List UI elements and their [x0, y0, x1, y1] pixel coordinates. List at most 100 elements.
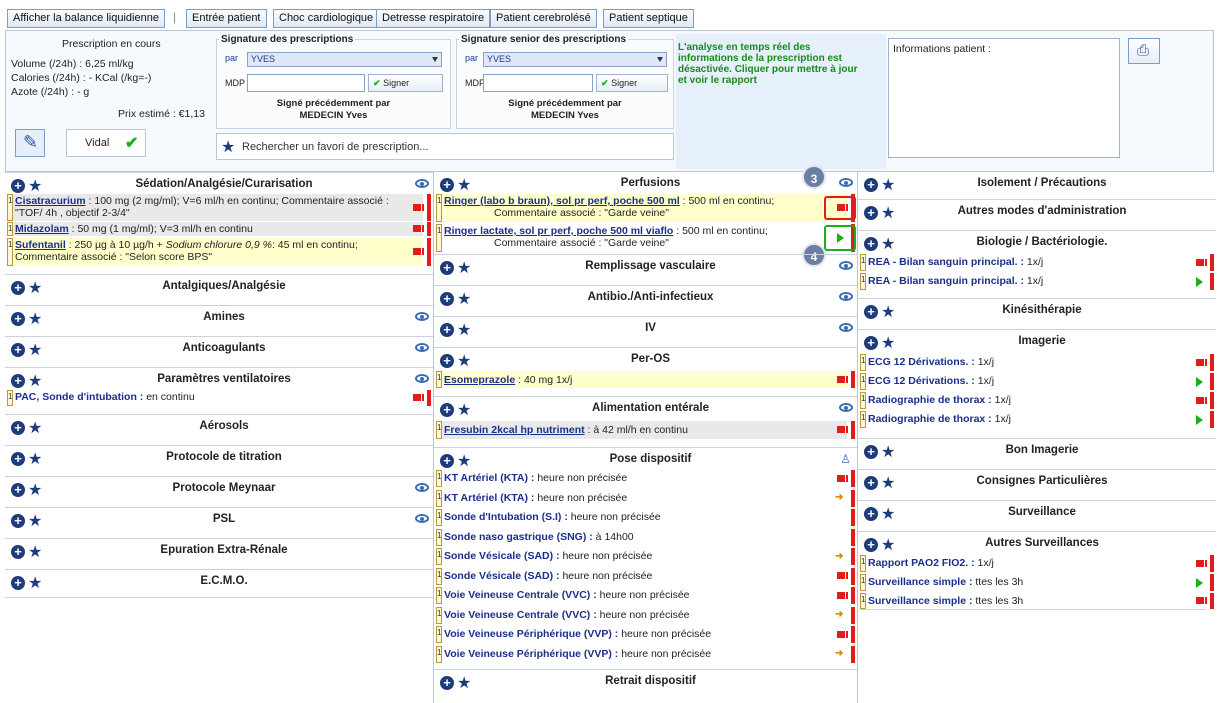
stop-icon[interactable] [1196, 559, 1207, 567]
senior-signer-button[interactable]: ✔ Signer [596, 74, 668, 92]
add-icon[interactable]: + [864, 336, 878, 350]
add-icon[interactable]: + [11, 545, 25, 559]
star-icon[interactable]: ★ [28, 418, 42, 438]
exam-name[interactable]: Rapport PAO2 FIO2. : [868, 557, 975, 569]
nurse-icon[interactable]: ♙ [840, 452, 851, 466]
add-icon[interactable]: + [11, 421, 25, 435]
stop-icon[interactable] [837, 591, 848, 599]
star-icon[interactable]: ★ [457, 400, 471, 420]
patient-cerebrolese-button[interactable]: Patient cerebrolésé [490, 9, 597, 28]
add-icon[interactable]: + [864, 445, 878, 459]
prescription-row[interactable]: 1 ECG 12 Dérivations. : 1x/j [860, 373, 1214, 390]
star-icon[interactable]: ★ [881, 302, 895, 322]
add-icon[interactable]: + [864, 538, 878, 552]
star-icon[interactable]: ★ [881, 333, 895, 353]
med-link[interactable]: Fresubin 2kcal hp nutriment [444, 424, 585, 436]
patient-septique-button[interactable]: Patient septique [603, 9, 694, 28]
prescription-row[interactable]: 1 REA - Bilan sanguin principal. : 1x/j [860, 273, 1214, 290]
play-icon[interactable] [1196, 376, 1203, 387]
favori-search-box[interactable]: ★ Rechercher un favori de prescription..… [216, 133, 674, 160]
dispositif-row[interactable]: 1 Sonde Vésicale (SAD) : heure non précis… [436, 567, 855, 585]
dispositif-row[interactable]: 1 Sonde naso gastrique (SNG) : à 14h00 [436, 528, 855, 546]
add-icon[interactable]: + [440, 178, 454, 192]
star-icon[interactable]: ★ [881, 442, 895, 462]
analysis-panel[interactable]: L'analyse en temps réel des informations… [676, 34, 886, 169]
prescription-row[interactable]: 1 Sufentanil : 250 µg à 10 µg/h + Sodium… [7, 238, 431, 266]
add-icon[interactable]: + [864, 237, 878, 251]
play-icon[interactable] [837, 233, 844, 243]
prescription-row[interactable]: 1 Radiographie de thorax : 1x/j [860, 411, 1214, 428]
vidal-button[interactable]: Vidal ✔ [66, 129, 146, 157]
add-icon[interactable]: + [864, 206, 878, 220]
star-icon[interactable]: ★ [28, 573, 42, 593]
star-icon[interactable]: ★ [28, 340, 42, 360]
arrow-right-icon[interactable]: ➜ [835, 610, 845, 620]
stop-icon[interactable] [413, 203, 424, 211]
prescription-row[interactable]: 1 Ringer (labo b braun), sol pr perf, po… [436, 194, 856, 222]
prescription-row[interactable]: 1 ECG 12 Dérivations. : 1x/j [860, 354, 1214, 371]
add-icon[interactable]: + [864, 305, 878, 319]
exam-name[interactable]: Radiographie de thorax : [868, 394, 992, 406]
star-icon[interactable]: ★ [881, 473, 895, 493]
med-link[interactable]: Esomeprazole [444, 374, 515, 386]
add-icon[interactable]: + [11, 483, 25, 497]
add-icon[interactable]: + [864, 476, 878, 490]
dispositif-name[interactable]: Sonde Vésicale (SAD) : [444, 550, 560, 562]
star-icon[interactable]: ★ [881, 203, 895, 223]
prescription-row[interactable]: 1 Ringer lactate, sol pr perf, poche 500… [436, 224, 856, 252]
eye-icon[interactable] [415, 374, 429, 383]
star-icon[interactable]: ★ [28, 542, 42, 562]
med-link[interactable]: Ringer (labo b braun), sol pr perf, poch… [444, 195, 680, 207]
prescription-row[interactable]: 1 Surveillance simple : ttes les 3h [860, 574, 1214, 591]
med-name[interactable]: PAC, Sonde d'intubation : [15, 391, 143, 403]
detresse-respiratoire-button[interactable]: Detresse respiratoire [376, 9, 491, 28]
signature-password-input[interactable] [247, 74, 365, 92]
arrow-right-icon[interactable]: ➜ [835, 551, 845, 561]
choc-cardiologique-button[interactable]: Choc cardiologique [273, 9, 380, 28]
star-icon[interactable]: ★ [457, 673, 471, 693]
dispositif-name[interactable]: KT Artériel (KTA) : [444, 492, 534, 504]
prescription-row[interactable]: 1 Radiographie de thorax : 1x/j [860, 392, 1214, 409]
signer-button[interactable]: ✔ Signer [368, 74, 443, 92]
stop-icon[interactable] [1196, 396, 1207, 404]
exam-name[interactable]: ECG 12 Dérivations. : [868, 356, 975, 368]
add-icon[interactable]: + [440, 261, 454, 275]
dispositif-row[interactable]: 1 Sonde Vésicale (SAD) : heure non précis… [436, 548, 855, 565]
add-icon[interactable]: + [11, 312, 25, 326]
eye-icon[interactable] [415, 514, 429, 523]
eye-icon[interactable] [415, 483, 429, 492]
add-icon[interactable]: + [440, 454, 454, 468]
stop-icon[interactable] [413, 394, 424, 401]
star-icon[interactable]: ★ [28, 449, 42, 469]
dispositif-name[interactable]: Sonde naso gastrique (SNG) : [444, 531, 593, 543]
dispositif-name[interactable]: Voie Veineuse Centrale (VVC) : [444, 589, 597, 601]
exam-name[interactable]: REA - Bilan sanguin principal. : [868, 275, 1024, 287]
play-icon[interactable] [1196, 276, 1203, 287]
exam-name[interactable]: Surveillance simple : [868, 595, 972, 607]
add-icon[interactable]: + [11, 179, 25, 193]
prescription-row[interactable]: 1 PAC, Sonde d'intubation : en continu [7, 390, 431, 406]
star-icon[interactable]: ★ [28, 309, 42, 329]
stop-icon[interactable] [837, 426, 848, 433]
edit-button[interactable]: ✎ [15, 129, 45, 157]
med-link[interactable]: Sufentanil [15, 239, 66, 251]
stop-icon[interactable] [837, 204, 848, 211]
star-icon[interactable]: ★ [457, 351, 471, 371]
prescription-row[interactable]: 1 Fresubin 2kcal hp nutriment : à 42 ml/… [436, 421, 855, 439]
eye-icon[interactable] [415, 312, 429, 321]
patient-info-textarea[interactable]: Informations patient : [888, 38, 1120, 158]
add-icon[interactable]: + [440, 323, 454, 337]
eye-icon[interactable] [839, 292, 853, 301]
add-icon[interactable]: + [440, 354, 454, 368]
stop-icon[interactable] [837, 474, 848, 482]
add-icon[interactable]: + [864, 507, 878, 521]
arrow-right-icon[interactable]: ➜ [835, 649, 845, 659]
star-icon[interactable]: ★ [28, 278, 42, 298]
print-button[interactable]: ⎙ [1128, 38, 1160, 64]
star-icon[interactable]: ★ [457, 175, 471, 195]
eye-icon[interactable] [839, 403, 853, 412]
dispositif-name[interactable]: Sonde d'Intubation (S.I) : [444, 511, 568, 523]
senior-password-input[interactable] [483, 74, 593, 92]
med-link[interactable]: Midazolam [15, 223, 69, 235]
star-icon[interactable]: ★ [28, 480, 42, 500]
